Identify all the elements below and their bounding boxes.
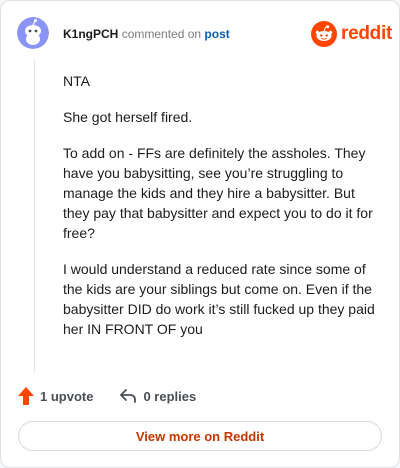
reddit-snoo-icon bbox=[311, 21, 337, 47]
reddit-logo[interactable]: reddit bbox=[311, 21, 392, 47]
comment-paragraph: She got herself fired. bbox=[63, 109, 193, 125]
comment-paragraph: NTA bbox=[63, 73, 90, 89]
comment-paragraph: I would understand a reduced rate since … bbox=[63, 261, 375, 337]
reply-button[interactable]: 0 replies bbox=[119, 388, 196, 404]
commented-on-text: commented on bbox=[121, 27, 202, 41]
view-more-on-reddit-button[interactable]: View more on Reddit bbox=[18, 421, 382, 451]
comment-header: K1ngPCH commented on post bbox=[63, 26, 230, 42]
thread-line bbox=[34, 59, 35, 373]
post-link[interactable]: post bbox=[204, 27, 229, 41]
comment-paragraph: To add on - FFs are definitely the assho… bbox=[63, 145, 373, 241]
reddit-wordmark: reddit bbox=[341, 23, 392, 44]
comment-body: NTA She got herself fired. To add on - F… bbox=[63, 71, 379, 355]
username[interactable]: K1ngPCH bbox=[63, 27, 118, 41]
embedded-comment-card: K1ngPCH commented on post reddit NTA She… bbox=[0, 0, 400, 468]
snoo-avatar-icon bbox=[17, 17, 49, 49]
reply-count: 0 replies bbox=[143, 388, 197, 404]
upvote-button[interactable]: 1 upvote bbox=[18, 387, 93, 405]
user-avatar[interactable] bbox=[17, 17, 49, 49]
upvote-count: 1 upvote bbox=[40, 388, 94, 404]
reply-arrow-icon bbox=[120, 389, 137, 403]
upvote-arrow-icon bbox=[18, 387, 34, 405]
comment-actions: 1 upvote 0 replies bbox=[18, 387, 196, 405]
